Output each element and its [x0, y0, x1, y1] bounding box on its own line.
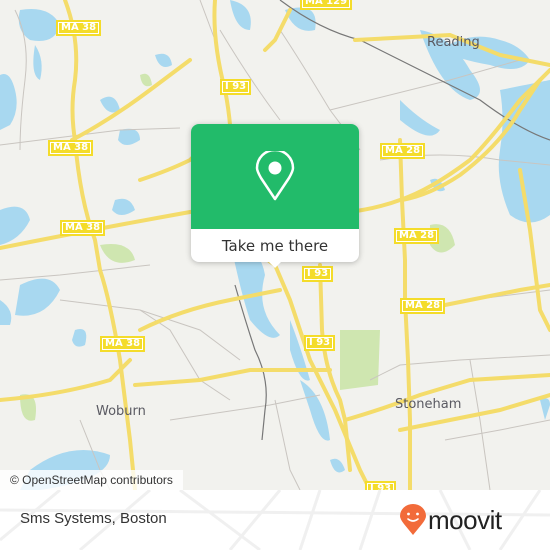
place-label-stoneham: Stoneham	[395, 397, 462, 412]
route-shield: MA 28	[400, 298, 446, 314]
route-shield: MA 28	[380, 143, 426, 159]
route-shield: I 93	[304, 335, 336, 351]
popup-header	[191, 124, 359, 229]
footer-bar: Sms Systems, Boston moovit	[0, 490, 550, 550]
route-shield: MA 38	[60, 220, 106, 236]
location-pin-icon	[255, 150, 295, 200]
take-me-there-button[interactable]: Take me there	[191, 229, 359, 262]
route-shield: I 93	[220, 79, 252, 95]
moovit-pin-icon	[400, 504, 426, 535]
route-shield: MA 28	[394, 228, 440, 244]
route-shield: MA 38	[56, 20, 102, 36]
place-label-reading: Reading	[427, 35, 480, 50]
location-title: Sms Systems, Boston	[20, 510, 167, 527]
location-popup[interactable]: Take me there	[191, 124, 359, 268]
map-attribution[interactable]: © OpenStreetMap contributors	[0, 470, 183, 490]
route-shield: I 93	[302, 266, 334, 282]
moovit-wordmark: moovit	[428, 504, 502, 535]
map-view[interactable]: Reading Woburn Stoneham MA 129 MA 38 I 9…	[0, 0, 550, 490]
route-shield: MA 38	[100, 336, 146, 352]
route-shield: I 93	[365, 481, 397, 490]
route-shield: MA 129	[300, 0, 353, 10]
moovit-logo[interactable]: moovit	[400, 500, 502, 540]
popup-pointer	[267, 260, 283, 268]
route-shield: MA 38	[48, 140, 94, 156]
place-label-woburn: Woburn	[96, 404, 146, 419]
